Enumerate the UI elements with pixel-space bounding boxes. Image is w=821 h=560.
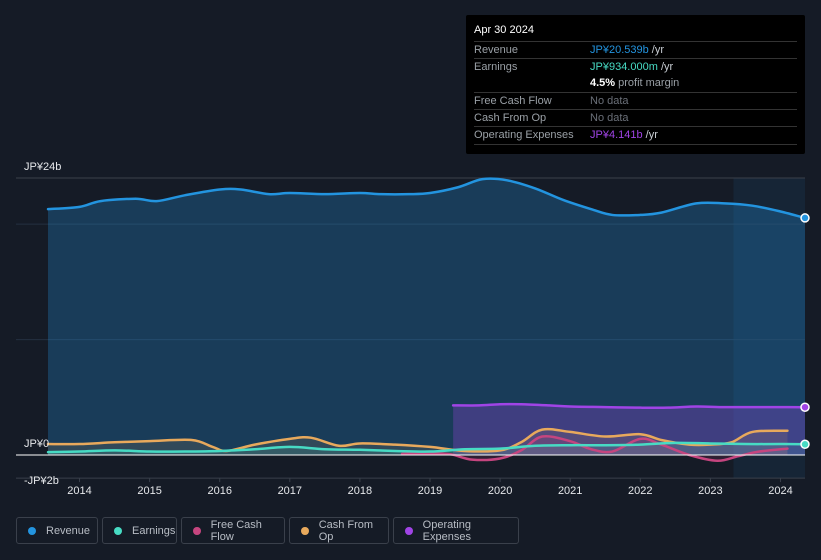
tooltip-row-earnings: Earnings JP¥934.000m /yr: [474, 58, 797, 76]
x-tick-label: 2015: [137, 485, 161, 497]
tooltip-panel: Apr 30 2024 Revenue JP¥20.539b /yr Earni…: [466, 15, 805, 154]
y-tick-label: JP¥0: [24, 438, 49, 450]
legend-free-cash-flow[interactable]: Free Cash Flow: [181, 517, 285, 544]
legend-revenue[interactable]: Revenue: [16, 517, 98, 544]
tooltip-unit: /yr: [642, 129, 658, 141]
tooltip-row-revenue: Revenue JP¥20.539b /yr: [474, 41, 797, 59]
operating-expenses-end-marker: [800, 402, 810, 412]
x-tick-label: 2017: [278, 485, 302, 497]
tooltip-label: Earnings: [474, 61, 518, 73]
legend-dot-icon: [193, 526, 201, 535]
legend-dot-icon: [28, 526, 36, 535]
tooltip-label: Revenue: [474, 44, 519, 56]
tooltip-row-margin: 4.5% profit margin: [474, 75, 797, 92]
revenue-end-marker: [800, 213, 810, 223]
legend-label: Revenue: [46, 524, 91, 537]
tooltip-value: No data: [590, 112, 629, 124]
tooltip-label: Cash From Op: [474, 112, 547, 124]
tooltip-unit: /yr: [657, 61, 674, 73]
legend-label: Cash From Op: [318, 518, 374, 543]
x-tick-label: 2016: [207, 485, 231, 497]
tooltip-value: JP¥4.141b: [590, 129, 643, 141]
x-tick-label: 2023: [698, 485, 722, 497]
tooltip-unit: /yr: [648, 44, 664, 56]
legend-dot-icon: [405, 526, 413, 535]
x-tick-label: 2014: [67, 485, 91, 497]
legend-earnings[interactable]: Earnings: [102, 517, 177, 544]
x-tick-label: 2024: [768, 485, 792, 497]
x-tick-label: 2021: [558, 485, 582, 497]
tooltip-label: Operating Expenses: [474, 129, 574, 141]
tooltip-unit: profit margin: [615, 77, 680, 89]
legend-dot-icon: [301, 526, 309, 535]
earnings-end-marker: [800, 439, 810, 450]
legend-label: Operating Expenses: [422, 518, 471, 543]
legend-label: Free Cash Flow: [210, 518, 262, 543]
x-tick-label: 2020: [488, 485, 512, 497]
tooltip-value: JP¥934.000m: [590, 61, 658, 73]
tooltip-date: Apr 30 2024: [474, 24, 534, 36]
x-tick-label: 2018: [348, 485, 372, 497]
tooltip-value: 4.5%: [590, 77, 616, 89]
tooltip-row-opex: Operating Expenses JP¥4.141b /yr: [474, 126, 797, 145]
legend-operating-expenses[interactable]: Operating Expenses: [393, 517, 519, 544]
legend-label: Earnings: [132, 524, 176, 537]
tooltip-label: Free Cash Flow: [474, 95, 552, 107]
tooltip-value: JP¥20.539b: [590, 44, 649, 56]
tooltip-row-cfo: Cash From Op No data: [474, 109, 797, 127]
x-tick-label: 2019: [418, 485, 442, 497]
legend-cash-from-op[interactable]: Cash From Op: [289, 517, 389, 544]
y-tick-label: JP¥24b: [24, 161, 61, 173]
tooltip-value: No data: [590, 95, 629, 107]
tooltip-row-fcf: Free Cash Flow No data: [474, 92, 797, 110]
y-tick-label: -JP¥2b: [24, 475, 59, 487]
x-tick-label: 2022: [628, 485, 652, 497]
legend-dot-icon: [114, 526, 122, 535]
